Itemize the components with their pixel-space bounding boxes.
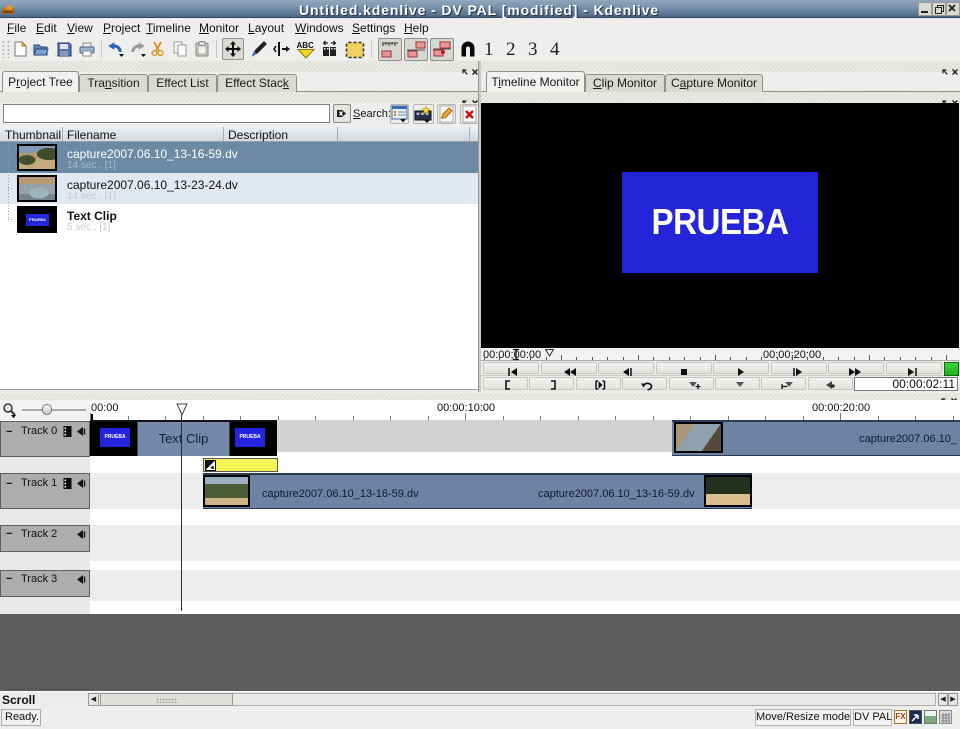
svg-text:ABC: ABC <box>297 41 315 50</box>
